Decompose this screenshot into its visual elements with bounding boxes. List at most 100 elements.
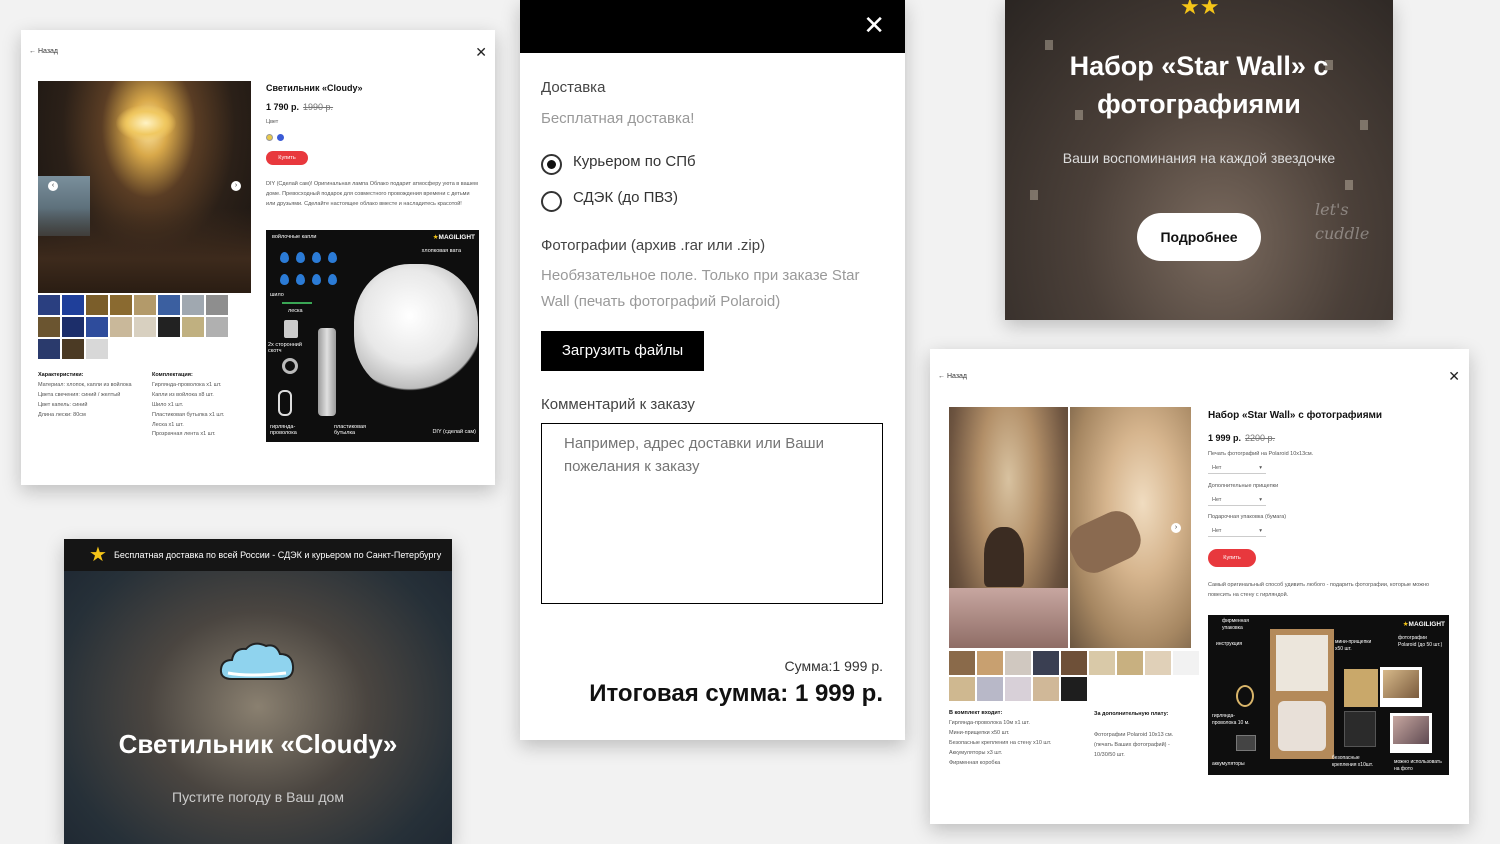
felt-drop-icon xyxy=(280,252,289,263)
thumbnail[interactable] xyxy=(206,295,228,315)
thumbnail[interactable] xyxy=(38,317,60,337)
thumbnail[interactable] xyxy=(158,317,180,337)
wall-photo xyxy=(1030,190,1038,200)
price-current: 1 999 р. xyxy=(1208,433,1242,443)
close-icon[interactable]: ✕ xyxy=(1448,369,1460,383)
buy-button[interactable]: Купить xyxy=(1208,549,1256,567)
thumbnail[interactable] xyxy=(1005,651,1031,675)
price-old: 1990 р. xyxy=(303,102,334,112)
thumbnail[interactable] xyxy=(134,317,156,337)
next-arrow-icon[interactable]: › xyxy=(1171,523,1181,533)
product-description: DIY (Сделай сам)! Оригинальная лампа Обл… xyxy=(266,181,478,207)
thumbnail[interactable] xyxy=(949,651,975,675)
option-select-gift-wrap[interactable]: Нет xyxy=(1208,526,1266,537)
extra-title: За дополнительную плату: xyxy=(1094,711,1169,717)
thumbnail[interactable] xyxy=(1173,651,1199,675)
star-decoration-icon: ★★ xyxy=(1180,0,1220,19)
kit-label-bottle: пластиковая бутылка xyxy=(334,424,367,437)
thumbnail[interactable] xyxy=(158,295,180,315)
delivery-label: Доставка xyxy=(541,79,606,96)
option-label-extra-pegs: Дополнительные прищепки xyxy=(1208,483,1279,489)
cloudy-product-modal: ← Назад ✕ ‹ › Светильник «Cloudy» 1 790 … xyxy=(21,30,495,485)
total-sum: Итоговая сумма: 1 999 р. xyxy=(589,680,883,707)
spec-item: Цвета свечения: синий / желтый xyxy=(38,391,121,398)
thumbnail[interactable] xyxy=(182,317,204,337)
kit-label-note: можно использовать на фото xyxy=(1394,759,1442,772)
thumbnail[interactable] xyxy=(110,295,132,315)
thumbnail[interactable] xyxy=(86,317,108,337)
thumbnail[interactable] xyxy=(1033,651,1059,675)
radio-label-courier[interactable]: Курьером по СПб xyxy=(573,153,696,170)
include-item: Мини-прищепки x50 шт. xyxy=(949,729,1010,736)
option-label-gift-wrap: Подарочная упаковка (бумага) xyxy=(1208,514,1287,520)
product-photo-hand-garland: › xyxy=(1070,407,1191,648)
kit-label-batteries: аккумуляторы xyxy=(1212,761,1245,767)
thumbnail[interactable] xyxy=(1145,651,1171,675)
felt-drop-icon xyxy=(312,252,321,263)
window-light xyxy=(38,176,90,236)
color-swatch-blue[interactable] xyxy=(277,134,284,141)
garland-coil xyxy=(1236,685,1254,707)
comment-textarea[interactable] xyxy=(541,423,883,604)
radio-courier-spb[interactable] xyxy=(541,154,562,175)
thumbnail[interactable] xyxy=(38,295,60,315)
kit-item: Пластиковая бутылка x1 шт. xyxy=(152,411,225,418)
cotton-wool xyxy=(354,264,478,394)
handwriting-decoration: let's cuddle xyxy=(1315,200,1370,243)
bed-blanket xyxy=(949,588,1068,648)
product-title: Светильник «Cloudy» xyxy=(266,83,363,93)
specs-list: Материал: хлопок, капли из войлока Цвета… xyxy=(38,381,150,421)
thumbnail[interactable] xyxy=(1117,651,1143,675)
thumbnail[interactable] xyxy=(1061,677,1087,701)
thumbnail[interactable] xyxy=(1061,651,1087,675)
thumbnail[interactable] xyxy=(206,317,228,337)
thumbnail[interactable] xyxy=(182,295,204,315)
thumbnail[interactable] xyxy=(86,339,108,359)
garland-coil xyxy=(278,390,292,416)
thumbnail-grid xyxy=(949,651,1199,701)
radio-label-cdek[interactable]: СДЭК (до ПВЗ) xyxy=(573,189,678,206)
thumbnail[interactable] xyxy=(1005,677,1031,701)
banner-subtitle: Пустите погоду в Ваш дом xyxy=(172,789,344,805)
color-swatch-yellow[interactable] xyxy=(266,134,273,141)
close-icon[interactable]: ✕ xyxy=(475,45,487,59)
thumbnail[interactable] xyxy=(949,677,975,701)
kit-item: Гирлянда-проволока x1 шт. xyxy=(152,382,222,388)
thumbnail[interactable] xyxy=(86,295,108,315)
thumbnail[interactable] xyxy=(110,317,132,337)
radio-cdek[interactable] xyxy=(541,191,562,212)
prev-arrow-icon[interactable]: ‹ xyxy=(48,181,58,191)
thumbnail[interactable] xyxy=(1033,677,1059,701)
buy-button[interactable]: Купить xyxy=(266,151,308,165)
option-select-extra-pegs[interactable]: Нет xyxy=(1208,495,1266,506)
felt-drop-icon xyxy=(296,274,305,285)
free-delivery-strip: ★ Бесплатная доставка по всей России - С… xyxy=(64,539,452,571)
price-old: 2200 р. xyxy=(1245,433,1276,443)
includes-title: В комплект входит: xyxy=(949,710,1003,716)
thumbnail[interactable] xyxy=(977,651,1003,675)
thumbnail[interactable] xyxy=(62,317,84,337)
more-button[interactable]: Подробнее xyxy=(1137,213,1261,261)
back-link[interactable]: ← Назад xyxy=(29,48,58,55)
free-delivery-text: Бесплатная доставка по всей России - СДЭ… xyxy=(114,550,442,560)
thumbnail[interactable] xyxy=(134,295,156,315)
modal-header-bar: ✕ xyxy=(520,0,905,53)
next-arrow-icon[interactable]: › xyxy=(231,181,241,191)
kit-contents-image: войлочные капли ★MAGILIGHT хлопковая ват… xyxy=(266,230,479,442)
box-card xyxy=(1276,635,1328,691)
thumbnail[interactable] xyxy=(62,339,84,359)
kit-label-mounts: безопасные крепления x10шт. xyxy=(1332,755,1374,768)
thumbnail[interactable] xyxy=(38,339,60,359)
thumbnail[interactable] xyxy=(977,677,1003,701)
thumbnail[interactable] xyxy=(62,295,84,315)
thumbnail-grid xyxy=(38,295,228,359)
spec-item: Длина лески: 80см xyxy=(38,411,86,418)
thumbnail[interactable] xyxy=(1089,651,1115,675)
photos-note: Необязательное поле. Только при заказе S… xyxy=(541,267,860,310)
option-label-photo-print: Печать фотографий на Polaroid 10x13см. xyxy=(1208,451,1314,457)
upload-files-button[interactable]: Загрузить файлы xyxy=(541,331,704,371)
close-icon[interactable]: ✕ xyxy=(863,12,885,38)
wall-photo xyxy=(1345,180,1353,190)
back-link[interactable]: ← Назад xyxy=(938,373,967,380)
option-select-photo-print[interactable]: Нет xyxy=(1208,463,1266,474)
